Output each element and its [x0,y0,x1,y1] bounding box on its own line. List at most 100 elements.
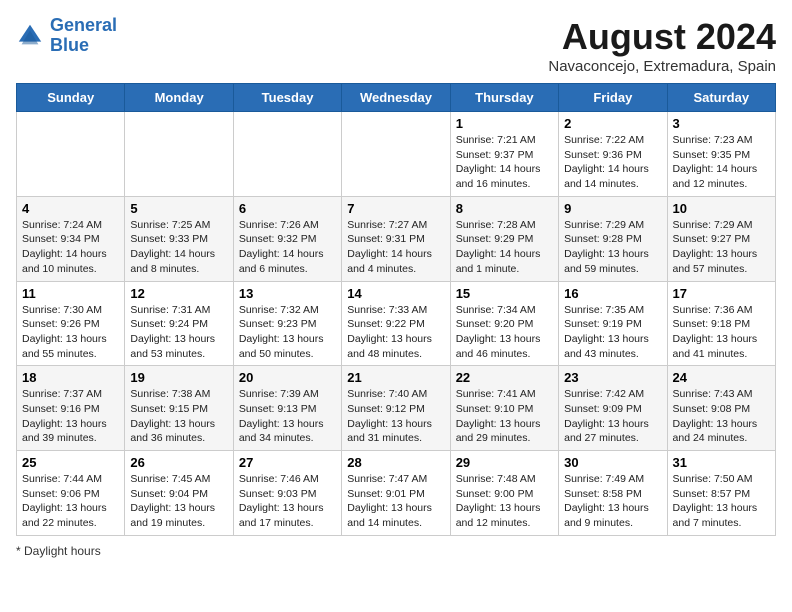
day-info: Sunrise: 7:29 AMSunset: 9:27 PMDaylight:… [673,218,770,277]
calendar-cell: 30 Sunrise: 7:49 AMSunset: 8:58 PMDayligh… [559,451,667,536]
day-number: 20 [239,370,336,385]
calendar-cell: 5 Sunrise: 7:25 AMSunset: 9:33 PMDaylight… [125,196,233,281]
calendar-week-1: 1Sunrise: 7:21 AMSunset: 9:37 PMDaylight… [17,112,776,197]
header-sunday: Sunday [17,84,125,112]
calendar-cell: 20 Sunrise: 7:39 AMSunset: 9:13 PMDayligh… [233,366,341,451]
calendar-cell: 18 Sunrise: 7:37 AMSunset: 9:16 PMDayligh… [17,366,125,451]
day-number: 6 [239,201,336,216]
calendar-cell: 25 Sunrise: 7:44 AMSunset: 9:06 PMDayligh… [17,451,125,536]
day-number: 19 [130,370,227,385]
day-number: 30 [564,455,661,470]
day-info: Sunrise: 7:47 AMSunset: 9:01 PMDaylight:… [347,472,444,531]
day-number: 24 [673,370,770,385]
calendar-cell: 21Sunrise: 7:40 AMSunset: 9:12 PMDayligh… [342,366,450,451]
day-info: Sunrise: 7:38 AMSunset: 9:15 PMDaylight:… [130,387,227,446]
day-info: Sunrise: 7:23 AMSunset: 9:35 PMDaylight:… [673,133,770,192]
day-number: 8 [456,201,553,216]
day-number: 10 [673,201,770,216]
footer-text: Daylight hours [24,544,101,558]
calendar-table: Sunday Monday Tuesday Wednesday Thursday… [16,83,776,536]
day-info: Sunrise: 7:43 AMSunset: 9:08 PMDaylight:… [673,387,770,446]
calendar-cell: 28 Sunrise: 7:47 AMSunset: 9:01 PMDayligh… [342,451,450,536]
day-info: Sunrise: 7:39 AMSunset: 9:13 PMDaylight:… [239,387,336,446]
day-info: Sunrise: 7:29 AMSunset: 9:28 PMDaylight:… [564,218,661,277]
day-info: Sunrise: 7:33 AMSunset: 9:22 PMDaylight:… [347,303,444,362]
day-info: Sunrise: 7:21 AMSunset: 9:37 PMDaylight:… [456,133,553,192]
day-number: 12 [130,286,227,301]
calendar-cell: 3Sunrise: 7:23 AMSunset: 9:35 PMDaylight… [667,112,775,197]
day-info: Sunrise: 7:49 AMSunset: 8:58 PMDaylight:… [564,472,661,531]
day-info: Sunrise: 7:37 AMSunset: 9:16 PMDaylight:… [22,387,119,446]
day-info: Sunrise: 7:30 AMSunset: 9:26 PMDaylight:… [22,303,119,362]
day-info: Sunrise: 7:35 AMSunset: 9:19 PMDaylight:… [564,303,661,362]
logo-icon [16,22,44,50]
day-info: Sunrise: 7:22 AMSunset: 9:36 PMDaylight:… [564,133,661,192]
calendar-title: August 2024 [548,16,776,58]
calendar-cell: 19 Sunrise: 7:38 AMSunset: 9:15 PMDayligh… [125,366,233,451]
day-info: Sunrise: 7:50 AMSunset: 8:57 PMDaylight:… [673,472,770,531]
logo-line1: General [50,15,117,35]
calendar-cell: 29 Sunrise: 7:48 AMSunset: 9:00 PMDayligh… [450,451,558,536]
day-number: 23 [564,370,661,385]
calendar-cell [342,112,450,197]
calendar-cell: 1Sunrise: 7:21 AMSunset: 9:37 PMDaylight… [450,112,558,197]
calendar-cell: 24 Sunrise: 7:43 AMSunset: 9:08 PMDayligh… [667,366,775,451]
day-number: 27 [239,455,336,470]
logo-text: General Blue [50,16,117,56]
header-saturday: Saturday [667,84,775,112]
day-info: Sunrise: 7:31 AMSunset: 9:24 PMDaylight:… [130,303,227,362]
day-number: 14 [347,286,444,301]
footer: * Daylight hours [16,544,776,558]
calendar-cell: 7Sunrise: 7:27 AMSunset: 9:31 PMDaylight… [342,196,450,281]
day-info: Sunrise: 7:25 AMSunset: 9:33 PMDaylight:… [130,218,227,277]
calendar-cell: 12 Sunrise: 7:31 AMSunset: 9:24 PMDayligh… [125,281,233,366]
day-number: 29 [456,455,553,470]
header-monday: Monday [125,84,233,112]
calendar-week-2: 4Sunrise: 7:24 AMSunset: 9:34 PMDaylight… [17,196,776,281]
header-friday: Friday [559,84,667,112]
day-number: 17 [673,286,770,301]
calendar-subtitle: Navaconcejo, Extremadura, Spain [548,58,776,75]
calendar-cell: 11 Sunrise: 7:30 AMSunset: 9:26 PMDayligh… [17,281,125,366]
day-number: 7 [347,201,444,216]
day-number: 2 [564,116,661,131]
calendar-week-5: 25 Sunrise: 7:44 AMSunset: 9:06 PMDayligh… [17,451,776,536]
title-block: August 2024 Navaconcejo, Extremadura, Sp… [548,16,776,75]
day-info: Sunrise: 7:44 AMSunset: 9:06 PMDaylight:… [22,472,119,531]
day-info: Sunrise: 7:48 AMSunset: 9:00 PMDaylight:… [456,472,553,531]
calendar-cell: 23 Sunrise: 7:42 AMSunset: 9:09 PMDayligh… [559,366,667,451]
calendar-cell: 22Sunrise: 7:41 AMSunset: 9:10 PMDayligh… [450,366,558,451]
day-number: 4 [22,201,119,216]
calendar-cell: 17 Sunrise: 7:36 AMSunset: 9:18 PMDayligh… [667,281,775,366]
day-info: Sunrise: 7:28 AMSunset: 9:29 PMDaylight:… [456,218,553,277]
day-info: Sunrise: 7:45 AMSunset: 9:04 PMDaylight:… [130,472,227,531]
header-wednesday: Wednesday [342,84,450,112]
calendar-cell: 10 Sunrise: 7:29 AMSunset: 9:27 PMDayligh… [667,196,775,281]
day-info: Sunrise: 7:32 AMSunset: 9:23 PMDaylight:… [239,303,336,362]
calendar-cell [233,112,341,197]
calendar-cell: 27 Sunrise: 7:46 AMSunset: 9:03 PMDayligh… [233,451,341,536]
calendar-cell [125,112,233,197]
calendar-cell: 9Sunrise: 7:29 AMSunset: 9:28 PMDaylight… [559,196,667,281]
day-number: 18 [22,370,119,385]
day-number: 13 [239,286,336,301]
day-number: 31 [673,455,770,470]
day-number: 25 [22,455,119,470]
day-info: Sunrise: 7:46 AMSunset: 9:03 PMDaylight:… [239,472,336,531]
calendar-cell: 26Sunrise: 7:45 AMSunset: 9:04 PMDayligh… [125,451,233,536]
calendar-week-4: 18 Sunrise: 7:37 AMSunset: 9:16 PMDayligh… [17,366,776,451]
day-info: Sunrise: 7:40 AMSunset: 9:12 PMDaylight:… [347,387,444,446]
day-info: Sunrise: 7:41 AMSunset: 9:10 PMDaylight:… [456,387,553,446]
logo: General Blue [16,16,117,56]
calendar-cell: 15Sunrise: 7:34 AMSunset: 9:20 PMDayligh… [450,281,558,366]
day-info: Sunrise: 7:36 AMSunset: 9:18 PMDaylight:… [673,303,770,362]
calendar-cell: 8 Sunrise: 7:28 AMSunset: 9:29 PMDaylight… [450,196,558,281]
day-number: 28 [347,455,444,470]
day-number: 11 [22,286,119,301]
header-tuesday: Tuesday [233,84,341,112]
header-thursday: Thursday [450,84,558,112]
day-info: Sunrise: 7:42 AMSunset: 9:09 PMDaylight:… [564,387,661,446]
header-row: Sunday Monday Tuesday Wednesday Thursday… [17,84,776,112]
day-number: 5 [130,201,227,216]
day-info: Sunrise: 7:26 AMSunset: 9:32 PMDaylight:… [239,218,336,277]
